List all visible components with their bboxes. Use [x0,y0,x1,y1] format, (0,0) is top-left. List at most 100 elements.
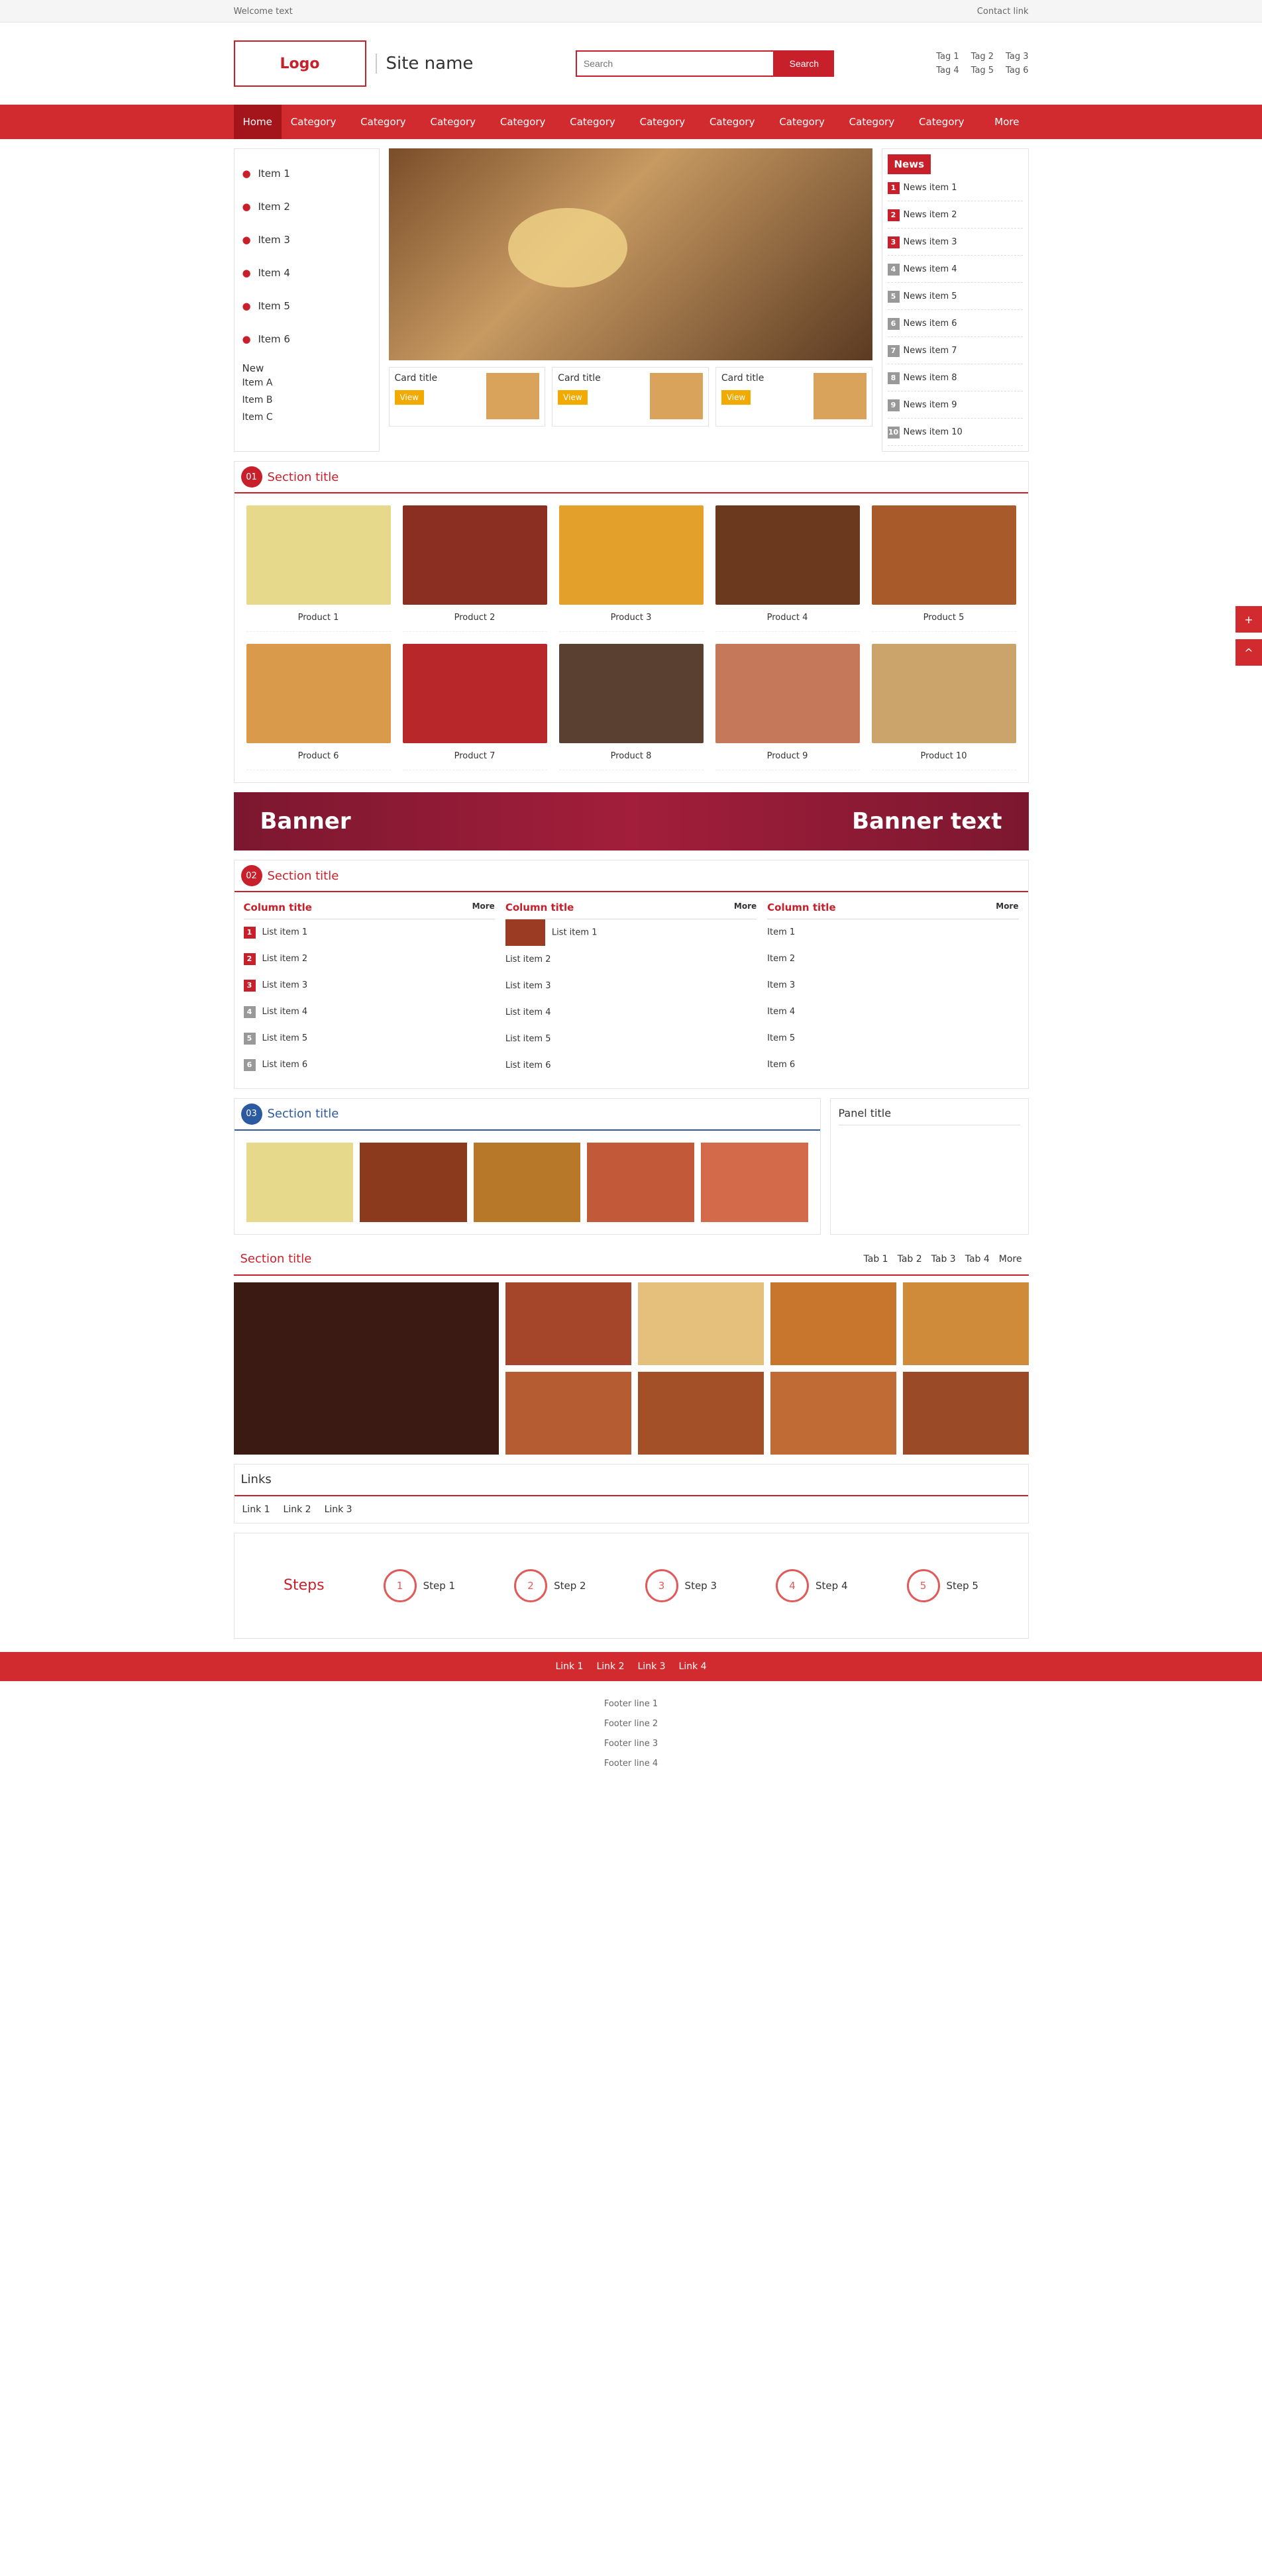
view-button[interactable]: View [558,390,588,405]
friend-link[interactable]: Link 2 [284,1504,311,1515]
list-item[interactable]: List item 2 [505,947,757,973]
article-image[interactable] [770,1282,896,1365]
nav-item[interactable]: Category 7 [700,105,770,162]
nav-item[interactable]: Category 1 [282,105,351,162]
college-banner[interactable] [233,1282,499,1455]
list-item[interactable]: 6 List item 6 [243,1052,495,1078]
promo-card[interactable]: Card title View [552,367,709,427]
product-card[interactable]: Product 1 [246,505,391,632]
nav-item[interactable]: Category 3 [421,105,491,162]
sidebar-item[interactable]: ● Item 3 [242,223,371,256]
footer-link[interactable]: Link 4 [679,1661,707,1672]
news-item[interactable]: 8 News item 8 [887,364,1023,391]
article-image[interactable] [637,1282,764,1365]
list-item[interactable]: 5 List item 5 [243,1025,495,1052]
hot-tag[interactable]: Tag 2 [971,52,994,62]
sidebar-item[interactable]: ● Item 1 [242,157,371,190]
step-item[interactable]: 2 Step 2 [514,1569,586,1602]
step-item[interactable]: 3 Step 3 [645,1569,717,1602]
nav-item[interactable]: Category 6 [631,105,700,162]
sidebar-item[interactable]: ● Item 2 [242,190,371,223]
step-item[interactable]: 1 Step 1 [383,1569,455,1602]
list-item[interactable]: 1 List item 1 [243,919,495,946]
college-tab[interactable]: Tab 3 [931,1254,956,1264]
product-image[interactable] [246,1142,354,1222]
list-item[interactable]: Item 3 [767,972,1018,999]
article-image[interactable] [770,1371,896,1455]
nav-item[interactable]: More [985,105,1028,139]
list-item[interactable]: Item 6 [767,1052,1018,1078]
more-link[interactable]: More [999,1254,1022,1264]
product-card[interactable]: Product 6 [246,644,391,770]
list-item[interactable]: Item 1 [767,919,1018,946]
ad-banner[interactable]: Banner Banner text [233,792,1029,850]
footer-link[interactable]: Link 1 [555,1661,583,1672]
news-item[interactable]: 9 News item 9 [887,391,1023,419]
nav-item[interactable]: Category 5 [560,105,630,162]
nav-item[interactable]: Category 2 [351,105,421,162]
promo-card[interactable]: Card title View [388,367,546,427]
news-item[interactable]: 1 News item 1 [887,174,1023,201]
news-item[interactable]: 4 News item 4 [887,256,1023,283]
sidebar-item[interactable]: ● Item 5 [242,289,371,323]
new-item[interactable]: Item A [242,374,371,391]
product-card[interactable]: Product 5 [871,505,1016,632]
news-item[interactable]: 5 News item 5 [887,283,1023,310]
more-link[interactable]: More [472,902,495,913]
list-item[interactable]: 3 List item 3 [243,972,495,999]
view-button[interactable]: View [394,390,424,405]
banner-image[interactable] [388,148,872,360]
list-item[interactable]: Item 4 [767,999,1018,1025]
hot-tag[interactable]: Tag 3 [1006,52,1028,62]
friend-link[interactable]: Link 1 [242,1504,270,1515]
list-item[interactable]: List item 6 [505,1053,757,1079]
hot-tag[interactable]: Tag 6 [1006,66,1028,76]
product-card[interactable]: Product 4 [715,505,860,632]
footer-link[interactable]: Link 3 [638,1661,666,1672]
college-tab[interactable]: Tab 1 [864,1254,888,1264]
list-item[interactable]: 4 List item 4 [243,999,495,1025]
news-item[interactable]: 7 News item 7 [887,337,1023,364]
college-tab[interactable]: Tab 4 [965,1254,990,1264]
nav-item[interactable]: Category 4 [491,105,560,162]
product-card[interactable]: Product 10 [871,644,1016,770]
product-card[interactable]: Product 8 [558,644,704,770]
list-item[interactable]: List item 1 [505,919,757,947]
list-item[interactable]: List item 3 [505,973,757,1000]
step-item[interactable]: 4 Step 4 [776,1569,848,1602]
nav-item[interactable]: Category 8 [770,105,839,162]
step-item[interactable]: 5 Step 5 [906,1569,978,1602]
product-card[interactable]: Product 3 [558,505,704,632]
search-button[interactable]: Search [774,50,834,77]
contact-link[interactable]: Contact link [977,7,1029,17]
hot-tag[interactable]: Tag 4 [936,66,959,76]
new-item[interactable]: Item C [242,409,371,426]
footer-link[interactable]: Link 2 [596,1661,624,1672]
product-card[interactable]: Product 2 [402,505,547,632]
float-add-button[interactable]: + [1236,606,1262,633]
news-item[interactable]: 10 News item 10 [887,419,1023,446]
product-image[interactable] [360,1142,467,1222]
college-tab[interactable]: Tab 2 [898,1254,922,1264]
list-item[interactable]: Item 5 [767,1025,1018,1052]
list-item[interactable]: List item 5 [505,1026,757,1053]
sidebar-item[interactable]: ● Item 6 [242,323,371,356]
news-item[interactable]: 6 News item 6 [887,310,1023,337]
hot-tag[interactable]: Tag 5 [971,66,994,76]
promo-card[interactable]: Card title View [715,367,872,427]
article-image[interactable] [902,1371,1029,1455]
hot-tag[interactable]: Tag 1 [936,52,959,62]
list-item[interactable]: 2 List item 2 [243,946,495,972]
list-item[interactable]: Item 2 [767,946,1018,972]
nav-item[interactable]: Home [233,105,282,139]
new-item[interactable]: Item B [242,391,371,409]
list-item[interactable]: List item 4 [505,1000,757,1026]
friend-link[interactable]: Link 3 [325,1504,352,1515]
search-input[interactable] [575,50,774,77]
product-card[interactable]: Product 7 [402,644,547,770]
product-image[interactable] [700,1142,808,1222]
back-to-top-button[interactable]: ^ [1236,639,1262,666]
article-image[interactable] [505,1371,631,1455]
product-image[interactable] [473,1142,581,1222]
view-button[interactable]: View [721,390,751,405]
